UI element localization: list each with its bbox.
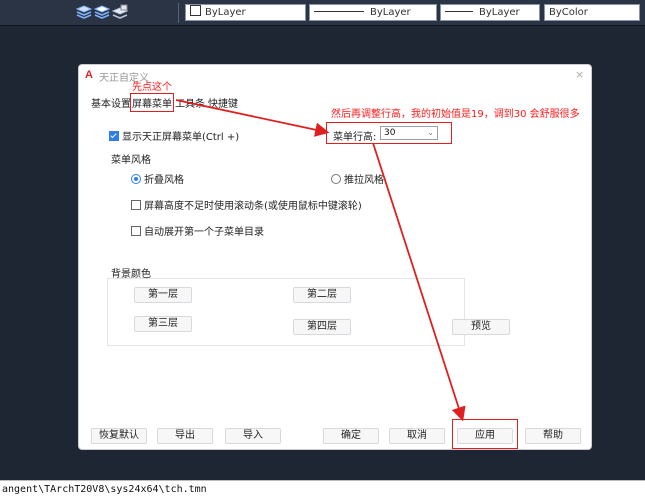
plotstyle-combo[interactable]: ByColor xyxy=(544,4,640,21)
row-height-label: 菜单行高: xyxy=(333,132,377,143)
tab-screen-menu[interactable]: 屏幕菜单 xyxy=(130,93,174,112)
level-3-button[interactable]: 第三层 xyxy=(134,316,192,332)
style-fold-label: 折叠风格 xyxy=(144,175,184,186)
level-4-button[interactable]: 第四层 xyxy=(293,319,351,335)
tab-basic-settings[interactable]: 基本设置 xyxy=(91,95,131,110)
checkbox-checked-icon xyxy=(109,131,119,141)
import-button[interactable]: 导入 xyxy=(225,428,281,444)
style-pull-radio[interactable]: 推拉风格 xyxy=(331,171,384,186)
toolbar-separator xyxy=(178,3,179,23)
scrollbar-option-label: 屏幕高度不足时使用滚动条(或使用鼠标中键滚轮) xyxy=(144,201,362,212)
ok-button[interactable]: 确定 xyxy=(323,428,379,444)
style-fold-radio[interactable]: 折叠风格 xyxy=(131,171,184,186)
radio-selected-icon xyxy=(131,174,141,184)
lineweight-combo-value: ByLayer xyxy=(479,7,520,18)
tab-toolbar[interactable]: 工具条 xyxy=(175,95,205,110)
show-screen-menu-checkbox[interactable]: 显示天正屏幕菜单(Ctrl +) xyxy=(109,128,239,143)
layer-isolate-icon[interactable] xyxy=(94,4,110,20)
level-2-button[interactable]: 第二层 xyxy=(293,287,351,303)
row-height-select[interactable]: 30 ⌄ xyxy=(380,126,438,140)
menu-style-label: 菜单风格 xyxy=(111,155,151,166)
lineweight-sample xyxy=(445,11,473,12)
linetype-combo[interactable]: ByLayer xyxy=(309,4,437,21)
show-screen-menu-label: 显示天正屏幕菜单(Ctrl +) xyxy=(122,132,240,143)
status-path: angent\TArchT20V8\sys24x64\tch.tmn xyxy=(2,484,207,495)
tab-shortcuts[interactable]: 快捷键 xyxy=(208,95,238,110)
scrollbar-option-checkbox[interactable]: 屏幕高度不足时使用滚动条(或使用鼠标中键滚轮) xyxy=(131,197,362,212)
layer-match-icon[interactable] xyxy=(76,4,92,20)
row-height-value: 30 xyxy=(384,128,396,138)
tangent-custom-dialog: A 天正自定义 × 基本设置 屏幕菜单 工具条 快捷键 显示天正屏幕菜单(Ctr… xyxy=(78,64,592,450)
color-combo[interactable]: ByLayer xyxy=(185,4,306,21)
color-combo-value: ByLayer xyxy=(205,7,246,18)
linetype-combo-value: ByLayer xyxy=(370,7,411,18)
help-button[interactable]: 帮助 xyxy=(525,428,581,444)
linetype-sample xyxy=(314,11,364,12)
chevron-down-icon: ⌄ xyxy=(427,128,434,137)
auto-expand-label: 自动展开第一个子菜单目录 xyxy=(144,227,264,238)
export-button[interactable]: 导出 xyxy=(157,428,213,444)
checkbox-unchecked-icon xyxy=(131,226,141,236)
lineweight-combo[interactable]: ByLayer xyxy=(440,4,540,21)
level-1-button[interactable]: 第一层 xyxy=(134,287,192,303)
auto-expand-checkbox[interactable]: 自动展开第一个子菜单目录 xyxy=(131,223,264,238)
command-status-bar: angent\TArchT20V8\sys24x64\tch.tmn xyxy=(0,480,645,500)
property-toolbar: ByLayer ByLayer ByLayer ByColor xyxy=(0,0,645,26)
layer-lock-icon[interactable] xyxy=(112,4,128,20)
annotation-first-click: 先点这个 xyxy=(132,82,172,93)
style-pull-label: 推拉风格 xyxy=(344,175,384,186)
close-icon[interactable]: × xyxy=(575,68,584,81)
apply-button[interactable]: 应用 xyxy=(457,428,513,444)
preview-button[interactable]: 预览 xyxy=(452,319,510,335)
color-swatch xyxy=(190,5,201,16)
cancel-button[interactable]: 取消 xyxy=(389,428,445,444)
checkbox-unchecked-icon xyxy=(131,200,141,210)
annotation-adjust-note: 然后再调整行高，我的初始值是19，调到30 会舒服很多 xyxy=(331,109,580,120)
plotstyle-combo-value: ByColor xyxy=(549,7,588,18)
tangent-logo-icon: A xyxy=(85,69,93,81)
restore-default-button[interactable]: 恢复默认 xyxy=(91,428,147,444)
radio-unselected-icon xyxy=(331,174,341,184)
